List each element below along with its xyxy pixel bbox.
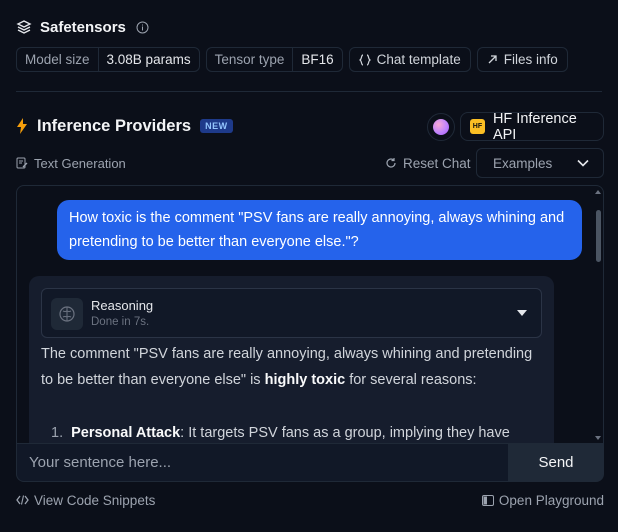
examples-dropdown[interactable]: Examples bbox=[476, 148, 604, 178]
tensor-info-chips: Model size 3.08B params Tensor type BF16… bbox=[16, 47, 568, 72]
scroll-up-arrow-icon[interactable] bbox=[595, 190, 601, 194]
safetensors-icon bbox=[16, 19, 32, 35]
reasoning-toggle[interactable]: Reasoning Done in 7s. bbox=[41, 288, 542, 338]
files-info-button[interactable]: Files info bbox=[476, 47, 568, 72]
provider-avatar-button[interactable] bbox=[427, 113, 455, 141]
chip-value: 3.08B params bbox=[106, 52, 191, 67]
list-item: 1. Personal Attack: It targets PSV fans … bbox=[51, 420, 551, 443]
inference-providers-header: Inference Providers NEW bbox=[16, 114, 233, 138]
view-code-snippets-link[interactable]: View Code Snippets bbox=[16, 491, 155, 509]
chip-key: Model size bbox=[17, 48, 99, 71]
message-input[interactable] bbox=[16, 443, 508, 482]
task-indicator: Text Generation bbox=[16, 153, 126, 173]
playground-icon bbox=[481, 494, 494, 506]
send-button[interactable]: Send bbox=[508, 443, 604, 482]
list-number: 1. bbox=[51, 425, 64, 441]
inference-providers-title: Inference Providers bbox=[37, 116, 192, 135]
examples-label: Examples bbox=[493, 155, 553, 171]
model-size-chip: Model size 3.08B params bbox=[16, 47, 200, 72]
chat-template-label: Chat template bbox=[376, 52, 461, 67]
answer-text-bold: highly toxic bbox=[264, 372, 346, 388]
lightning-icon bbox=[16, 118, 28, 134]
section-divider bbox=[16, 91, 602, 92]
refresh-icon bbox=[385, 157, 397, 169]
reset-chat-label: Reset Chat bbox=[403, 155, 471, 171]
arrow-up-right-icon bbox=[487, 54, 498, 65]
chip-value: BF16 bbox=[301, 52, 334, 67]
message-input-row: Send bbox=[16, 443, 604, 482]
chat-panel[interactable]: How toxic is the comment "PSV fans are r… bbox=[16, 185, 604, 443]
safetensors-title: Safetensors bbox=[40, 18, 126, 36]
reasoning-duration: Done in 7s. bbox=[91, 316, 150, 328]
chat-scrollbar[interactable] bbox=[593, 186, 603, 443]
scrollbar-thumb[interactable] bbox=[596, 210, 601, 262]
provider-label: HF Inference API bbox=[492, 110, 577, 143]
user-message: How toxic is the comment "PSV fans are r… bbox=[57, 200, 582, 260]
assistant-paragraph: The comment "PSV fans are really annoyin… bbox=[41, 341, 546, 393]
braces-icon bbox=[358, 53, 371, 66]
list-content: Personal Attack: It targets PSV fans as … bbox=[71, 420, 551, 443]
files-info-label: Files info bbox=[503, 52, 558, 67]
provider-avatar-icon bbox=[433, 119, 449, 135]
scroll-down-arrow-icon[interactable] bbox=[595, 436, 601, 440]
chevron-down-icon bbox=[577, 159, 589, 167]
caret-down-icon bbox=[517, 310, 527, 316]
answer-text-post: for several reasons: bbox=[345, 372, 477, 388]
chat-template-button[interactable]: Chat template bbox=[348, 47, 471, 72]
task-label: Text Generation bbox=[34, 155, 126, 171]
safetensors-header: Safetensors bbox=[16, 17, 149, 37]
open-playground-link[interactable]: Open Playground bbox=[481, 491, 604, 509]
view-code-label: View Code Snippets bbox=[34, 492, 156, 508]
code-icon bbox=[16, 495, 29, 505]
reasoning-title: Reasoning bbox=[91, 298, 154, 313]
text-generation-icon bbox=[16, 157, 28, 169]
reset-chat-button[interactable]: Reset Chat bbox=[385, 153, 471, 173]
hf-logo-icon: HF bbox=[470, 119, 485, 134]
playground-label: Open Playground bbox=[498, 492, 604, 508]
list-bold-text: Personal Attack bbox=[71, 425, 181, 441]
new-badge: NEW bbox=[200, 119, 233, 133]
assistant-message: Reasoning Done in 7s. The comment "PSV f… bbox=[29, 276, 554, 443]
tensor-type-chip: Tensor type BF16 bbox=[205, 47, 343, 72]
provider-select-button[interactable]: HF HF Inference API bbox=[460, 110, 604, 143]
brain-icon bbox=[51, 298, 83, 330]
info-icon[interactable] bbox=[136, 21, 149, 34]
chip-key: Tensor type bbox=[207, 48, 294, 71]
